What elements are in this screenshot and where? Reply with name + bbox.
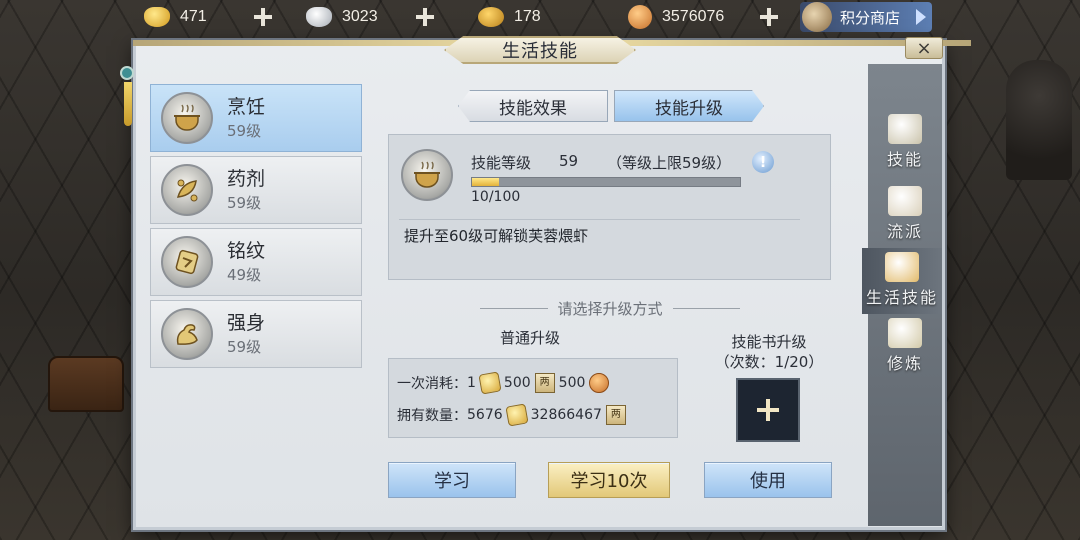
skill-level: 59级 [227,121,262,140]
upgrade-mode-title: 请选择升级方式 [470,298,750,318]
cooking-pot-icon [401,149,453,201]
exp-progress-text: 10/100 [471,189,521,205]
learn-button[interactable]: 学习 [388,462,516,498]
cost-per-use-row: 一次消耗： 1 500 两 500 [397,371,613,395]
arrow-right-icon [916,9,926,25]
close-button[interactable]: × [905,37,943,59]
book-upgrade-title: 技能书升级 （次数：1/20） [704,332,834,372]
normal-upgrade-title: 普通升级 [499,329,560,347]
plus-icon [755,397,781,423]
side-tab-life-skills[interactable]: 生活技能 [862,248,942,314]
bag-value: 178 [514,8,541,25]
close-icon: × [916,37,932,59]
level-label: 技能等级 [471,154,532,172]
skill-tabs: 技能效果 技能升级 [458,90,764,122]
window-title: 生活技能 [502,41,578,62]
scroll-icon [888,186,922,216]
owned-row: 拥有数量： 5676 32866467 两 [397,403,630,427]
skill-scroll-icon [505,403,529,427]
add-gold-button[interactable] [252,6,274,28]
side-tab-label: 生活技能 [865,288,938,307]
unlock-hint: 提升至60级可解锁芙蓉煨虾 [404,227,589,245]
skill-item-inscription[interactable]: 铭纹 49级 [150,228,362,296]
skill-level: 59级 [227,337,262,356]
tab-skill-effect[interactable]: 技能效果 [458,90,608,122]
skill-level: 59级 [227,193,262,212]
cost-label: 一次消耗： [397,376,467,392]
owned-book-amount: 32866467 [530,407,602,423]
silver-ingot-icon [306,7,332,27]
side-tab-column: 技能 流派 生活技能 修炼 [862,64,942,526]
add-silver-button[interactable] [414,6,436,28]
copper-coin-icon [628,5,652,29]
currency-bar: 471 3023 178 3576076 积分商店 [0,0,1080,34]
skill-name: 强身 [227,311,266,334]
treasure-bag-icon [478,7,504,27]
skill-item-cooking[interactable]: 烹饪 59级 [150,84,362,152]
shop-label: 积分商店 [840,8,901,27]
level-cap: （等级上限59级） [607,154,732,172]
currency-gold: 471 [144,3,274,31]
skill-item-potion[interactable]: 药剂 59级 [150,156,362,224]
skill-level-row: 技能等级 59 （等级上限59级） [471,152,731,173]
points-shop-button[interactable]: 积分商店 [800,2,932,32]
gold-value: 471 [180,8,207,25]
currency-silver: 3023 [306,3,436,31]
cost-scroll-amount: 1 [467,375,476,391]
strength-icon [161,308,213,360]
skill-book-icon [888,114,922,144]
currency-coin: 3576076 [628,3,780,31]
side-tab-skills[interactable]: 技能 [868,110,942,176]
silver-value: 3023 [342,8,378,25]
herb-icon [161,164,213,216]
shop-bag-icon [802,2,832,32]
copper-coin-icon [589,373,610,393]
statue-scenery [1006,60,1072,180]
cauldron-icon [888,318,922,348]
gold-ingot-icon [144,7,170,27]
learn-10-times-button[interactable]: 学习10次 [548,462,670,498]
add-coin-button[interactable] [758,6,780,28]
tab-skill-upgrade[interactable]: 技能升级 [614,90,764,122]
tassel-ornament [120,66,136,130]
level-value: 59 [559,152,579,170]
book-upgrade-label: 技能书升级 [731,333,807,351]
tael-icon: 两 [605,405,626,425]
info-alert-icon[interactable]: ! [752,151,774,173]
upgrade-cost-box: 一次消耗： 1 500 两 500 拥有数量： 5676 32866467 两 [388,358,678,438]
cooking-pot-icon [161,92,213,144]
tael-icon: 两 [534,373,555,393]
divider [399,219,800,220]
owned-scroll-amount: 5676 [467,407,503,423]
side-tab-label: 流派 [886,222,923,241]
skill-name: 药剂 [227,167,266,190]
currency-bag: 178 [478,3,574,31]
skill-name: 铭纹 [227,239,266,262]
inscription-icon [161,236,213,288]
skill-level: 49级 [227,265,262,284]
skill-book-slot[interactable] [736,378,800,442]
side-tab-label: 修炼 [886,354,923,373]
book-upgrade-count: （次数：1/20） [714,353,824,371]
exp-progress-bar [471,177,741,187]
skill-scroll-icon [478,371,502,395]
coin-value: 3576076 [662,8,725,25]
window-title-plate: 生活技能 [444,36,636,64]
skill-item-strength[interactable]: 强身 59级 [150,300,362,368]
cost-coin-amount: 500 [558,375,586,391]
owned-label: 拥有数量： [397,408,467,424]
side-tab-label: 技能 [886,150,923,169]
skill-info-box: 技能等级 59 （等级上限59级） ! 10/100 提升至60级可解锁芙蓉煨虾 [388,134,831,280]
skill-list: 烹饪 59级 药剂 59级 铭纹 49级 强身 59级 [150,84,362,372]
skill-name: 烹饪 [227,95,266,118]
use-button[interactable]: 使用 [704,462,832,498]
side-tab-cultivation[interactable]: 修炼 [868,314,942,380]
exp-progress-fill [472,178,499,186]
cost-book-amount: 500 [503,375,531,391]
treasure-chest-scenery [48,356,124,412]
side-tab-school[interactable]: 流派 [868,182,942,248]
drumstick-icon [885,252,919,282]
